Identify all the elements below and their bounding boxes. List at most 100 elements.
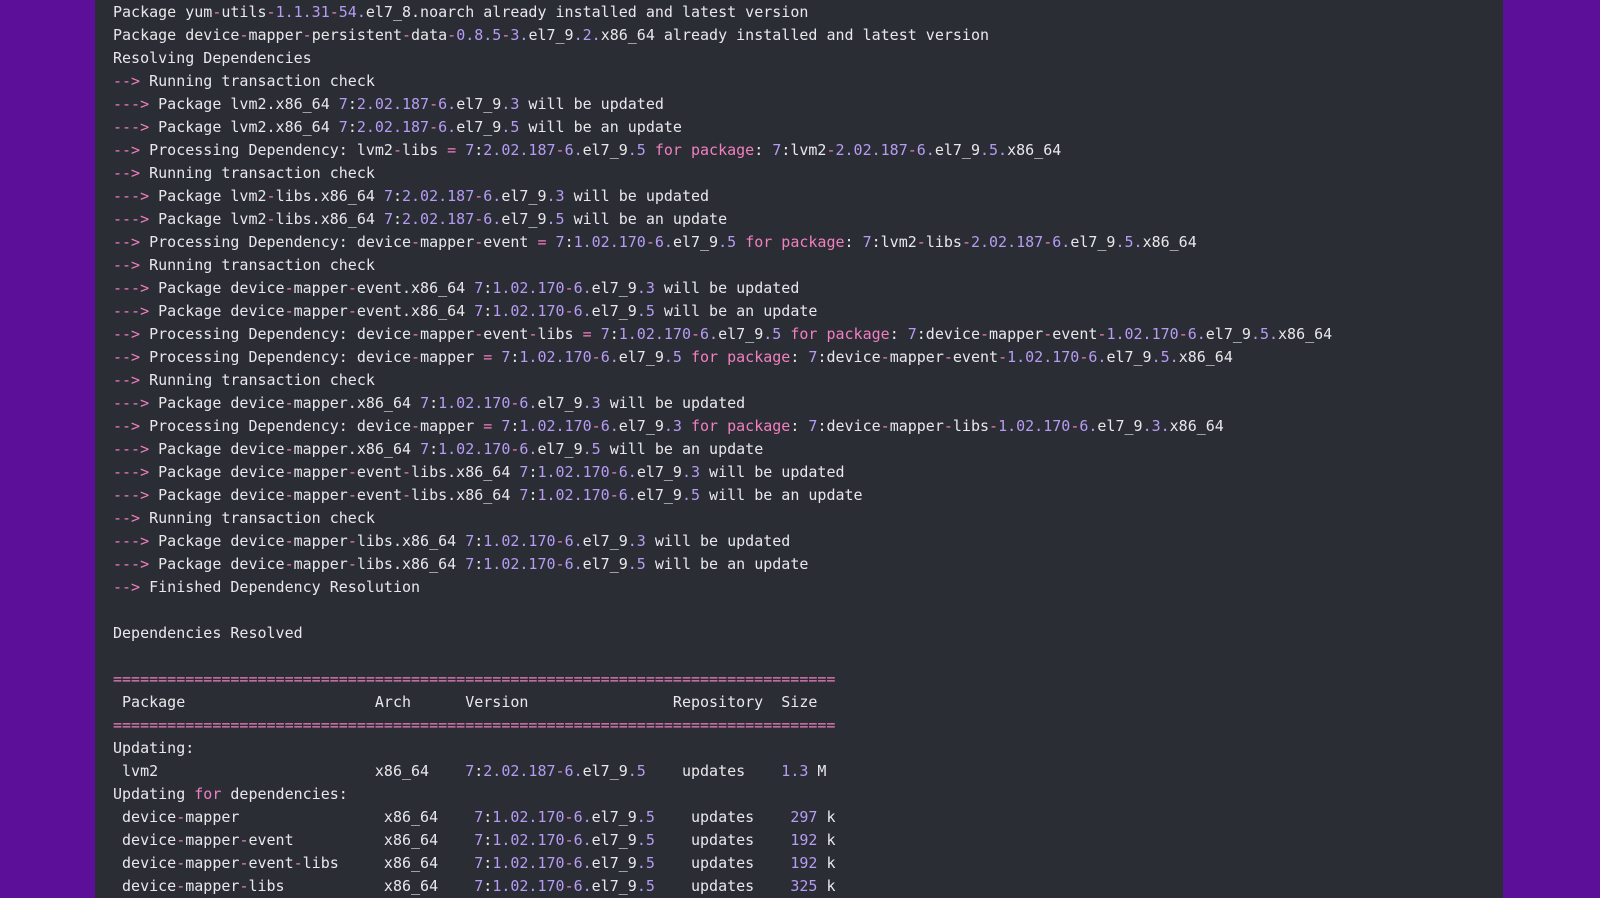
terminal-token: .5 xyxy=(501,118,520,136)
terminal-token: - xyxy=(907,141,917,159)
terminal-token: : xyxy=(474,532,484,550)
terminal-token: mapper xyxy=(293,279,348,297)
terminal-token: dependencies: xyxy=(221,785,348,803)
terminal-line: --> Running transaction check xyxy=(113,162,1503,185)
terminal-token: - xyxy=(555,532,565,550)
terminal-token: .3 xyxy=(663,417,682,435)
terminal-token: : xyxy=(429,394,439,412)
terminal-token: ---> xyxy=(113,118,150,136)
terminal-token: --> xyxy=(113,417,141,435)
terminal-token: - xyxy=(347,532,357,550)
terminal-token: el7_9 xyxy=(501,187,547,205)
terminal-token: el7_9 xyxy=(591,877,637,895)
terminal-token: will be updated xyxy=(519,95,664,113)
terminal-token: - xyxy=(564,302,574,320)
terminal-token: - xyxy=(266,210,276,228)
terminal-token: : xyxy=(429,440,439,458)
terminal-token: - xyxy=(392,141,402,159)
terminal-token: - xyxy=(989,417,999,435)
terminal-token: mapper xyxy=(989,325,1044,343)
terminal-output: Package yum-utils-1.1.31-54.el7_8.noarch… xyxy=(113,1,1503,898)
terminal-token: - xyxy=(176,808,186,826)
terminal-token: .3 xyxy=(636,279,655,297)
terminal-token: libs.x86_64 xyxy=(356,555,466,573)
terminal-token: for xyxy=(194,785,222,803)
terminal-token: - xyxy=(916,233,926,251)
terminal-token: 1.3 xyxy=(781,762,809,780)
terminal-token: Updating: xyxy=(113,739,195,757)
terminal-token: will be updated xyxy=(645,532,791,550)
terminal-token: el7_9 xyxy=(537,394,583,412)
terminal-token: Running transaction check xyxy=(140,256,375,274)
terminal-line: device-mapper-libs x86_64 7:1.02.170-6.e… xyxy=(113,875,1503,898)
terminal-token: 7 xyxy=(600,325,610,343)
terminal-token: .5 xyxy=(663,348,682,366)
terminal-line: ---> Package lvm2.x86_64 7:2.02.187-6.el… xyxy=(113,116,1503,139)
terminal-token: ---> xyxy=(113,532,150,550)
terminal-token: 1.02.170 xyxy=(492,854,565,872)
terminal-window[interactable]: Package yum-utils-1.1.31-54.el7_8.noarch… xyxy=(95,0,1503,898)
terminal-token: 7 xyxy=(465,532,475,550)
terminal-token: x86_64 xyxy=(1142,233,1197,251)
terminal-token: :lvm2 xyxy=(871,233,917,251)
terminal-token: 1.02.170 xyxy=(492,831,565,849)
terminal-token: el7_9 xyxy=(591,302,637,320)
terminal-token: mapper xyxy=(889,417,944,435)
terminal-token: 2.02.187 xyxy=(970,233,1044,251)
terminal-token: 7 xyxy=(465,141,475,159)
terminal-line: Updating: xyxy=(113,737,1503,760)
terminal-token: - xyxy=(555,141,565,159)
terminal-token: .3 xyxy=(501,95,520,113)
terminal-line: ---> Package device-mapper-event-libs.x8… xyxy=(113,484,1503,507)
terminal-token: --> xyxy=(113,164,141,182)
terminal-token: : xyxy=(609,325,619,343)
terminal-token: el7_9 xyxy=(1097,417,1143,435)
terminal-line: --> Finished Dependency Resolution xyxy=(113,576,1503,599)
terminal-token: Running transaction check xyxy=(140,371,375,389)
terminal-token: 1.02.170 xyxy=(618,325,691,343)
terminal-token: ---> xyxy=(113,279,150,297)
terminal-token: 6. xyxy=(564,141,583,159)
terminal-token: = xyxy=(537,233,547,251)
terminal-token: - xyxy=(284,532,294,550)
terminal-token: - xyxy=(555,555,565,573)
terminal-token: - xyxy=(961,233,971,251)
terminal-token: 7 xyxy=(772,141,782,159)
terminal-token: 6. xyxy=(618,486,637,504)
terminal-token: 6. xyxy=(700,325,719,343)
terminal-line: device-mapper-event x86_64 7:1.02.170-6.… xyxy=(113,829,1503,852)
terminal-token: --> xyxy=(113,348,141,366)
terminal-token: for package xyxy=(691,348,791,366)
terminal-token: - xyxy=(474,187,484,205)
terminal-token: el7_9 xyxy=(718,325,764,343)
terminal-token: Dependencies Resolved xyxy=(113,624,303,642)
terminal-token: el7_9 xyxy=(1205,325,1251,343)
terminal-token: 3. xyxy=(510,26,529,44)
terminal-token: - xyxy=(347,486,357,504)
terminal-token: Resolving Dependencies xyxy=(113,49,312,67)
terminal-line: ---> Package lvm2-libs.x86_64 7:2.02.187… xyxy=(113,208,1503,231)
terminal-token: Package yum xyxy=(113,3,213,21)
terminal-token: 6. xyxy=(573,302,592,320)
terminal-token: 7 xyxy=(465,555,475,573)
terminal-token: 6. xyxy=(573,279,592,297)
terminal-token: ---> xyxy=(113,95,150,113)
terminal-token: 54. xyxy=(338,3,366,21)
terminal-token: event.x86_64 xyxy=(356,279,475,297)
terminal-token: - xyxy=(411,417,421,435)
terminal-line: device-mapper-event-libs x86_64 7:1.02.1… xyxy=(113,852,1503,875)
terminal-token: 1.02.170 xyxy=(519,348,592,366)
terminal-token: .2. xyxy=(573,26,601,44)
terminal-token: event xyxy=(248,854,294,872)
terminal-token: :device xyxy=(817,348,881,366)
terminal-token: libs xyxy=(402,141,448,159)
terminal-token: .5. xyxy=(1115,233,1143,251)
terminal-token: - xyxy=(402,463,412,481)
terminal-token: 1.02.170 xyxy=(438,394,511,412)
terminal-token: mapper xyxy=(293,555,348,573)
terminal-token: 7 xyxy=(474,808,484,826)
terminal-token: : xyxy=(483,877,493,895)
terminal-token: el7_9 xyxy=(582,762,628,780)
